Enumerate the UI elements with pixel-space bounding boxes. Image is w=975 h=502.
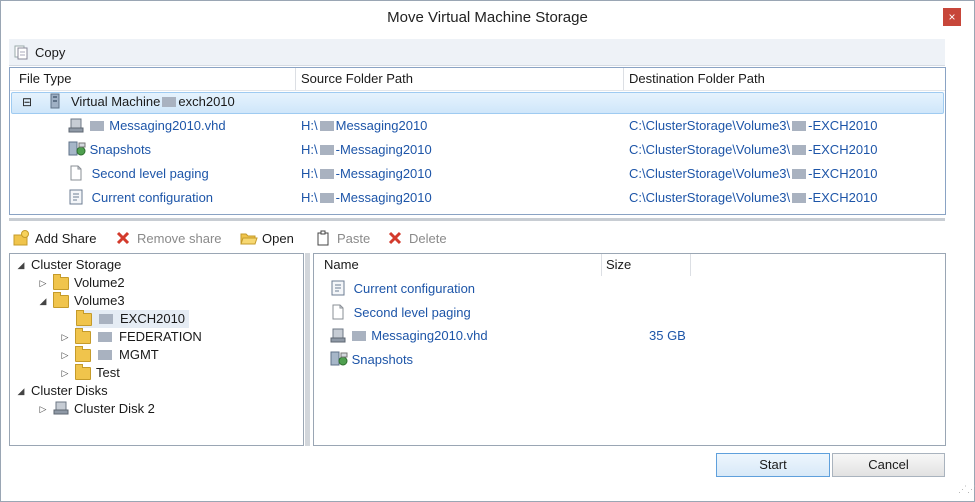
list-item[interactable]: Current configuration bbox=[330, 279, 475, 299]
expanded-arrow-icon[interactable]: ◢ bbox=[16, 382, 26, 400]
row-source: H:\ Messaging2010 bbox=[301, 118, 428, 133]
col-separator bbox=[690, 254, 691, 276]
resize-grip-icon[interactable]: ⋰⋰ bbox=[958, 485, 975, 497]
start-button[interactable]: Start bbox=[716, 453, 830, 477]
row-destination: C:\ClusterStorage\Volume3\ -EXCH2010 bbox=[629, 190, 878, 205]
tree-node-cluster-storage[interactable]: ◢ Cluster Storage bbox=[16, 256, 122, 274]
row-source: H:\ -Messaging2010 bbox=[301, 166, 432, 181]
list-item-size: 35 GB bbox=[649, 328, 686, 343]
tree-node-federation[interactable]: ▷ FEDERATION bbox=[60, 327, 202, 346]
snapshots-icon bbox=[330, 351, 348, 367]
row-name: Messaging2010.vhd bbox=[109, 118, 226, 133]
vm-icon bbox=[50, 92, 60, 112]
collapsed-arrow-icon[interactable]: ▷ bbox=[60, 346, 70, 364]
table-row[interactable]: Messaging2010.vhd bbox=[68, 116, 226, 136]
document-icon bbox=[68, 165, 84, 181]
folder-icon bbox=[75, 363, 91, 380]
list-header-size[interactable]: Size bbox=[606, 254, 631, 276]
folder-icon bbox=[75, 327, 91, 344]
add-share-label: Add Share bbox=[35, 230, 97, 246]
file-grid: File Type Source Folder Path Destination… bbox=[9, 67, 946, 215]
vm-name: Virtual Machine exch2010 bbox=[71, 94, 235, 109]
cancel-button[interactable]: Cancel bbox=[832, 453, 945, 477]
table-row[interactable]: Snapshots bbox=[68, 140, 151, 160]
row-destination: C:\ClusterStorage\Volume3\ -EXCH2010 bbox=[629, 142, 878, 157]
title-bar: Move Virtual Machine Storage × bbox=[1, 1, 974, 35]
list-item[interactable]: Messaging2010.vhd bbox=[330, 326, 488, 346]
list-header-name[interactable]: Name bbox=[324, 254, 359, 276]
folder-contents-list: Name Size Current configuration Second l… bbox=[313, 253, 946, 446]
tree-node-volume2[interactable]: ▷ Volume2 bbox=[38, 273, 125, 292]
delete-x-icon bbox=[387, 230, 403, 246]
list-item[interactable]: Second level paging bbox=[330, 303, 471, 323]
tree-node-volume3[interactable]: ◢ Volume3 bbox=[38, 291, 125, 310]
tree-node-cluster-disk2[interactable]: ▷ Cluster Disk 2 bbox=[38, 400, 155, 418]
col-header-destination[interactable]: Destination Folder Path bbox=[629, 68, 765, 90]
expanded-arrow-icon[interactable]: ◢ bbox=[16, 256, 26, 274]
folder-icon bbox=[53, 273, 69, 290]
move-storage-window: Move Virtual Machine Storage × Copy File… bbox=[0, 0, 975, 502]
paste-icon bbox=[315, 230, 331, 246]
top-toolbar: Copy bbox=[9, 39, 945, 66]
table-row[interactable]: Second level paging bbox=[68, 164, 209, 184]
config-icon bbox=[68, 189, 84, 205]
remove-share-label: Remove share bbox=[137, 230, 222, 246]
paste-label: Paste bbox=[337, 230, 371, 246]
window-title: Move Virtual Machine Storage bbox=[387, 9, 588, 26]
folder-icon bbox=[53, 291, 69, 308]
col-separator bbox=[295, 68, 296, 90]
collapsed-arrow-icon[interactable]: ▷ bbox=[60, 364, 70, 382]
storage-tree: ◢ Cluster Storage ▷ Volume2 ◢ Volume3 EX… bbox=[9, 253, 304, 446]
remove-x-icon bbox=[115, 230, 131, 246]
snapshots-icon bbox=[68, 141, 86, 157]
share-toolbar: Add Share Remove share Open Paste Delete bbox=[9, 225, 945, 251]
row-name: Second level paging bbox=[91, 166, 209, 181]
collapse-toggle[interactable]: ⊟ bbox=[22, 92, 32, 112]
table-row[interactable]: Current configuration bbox=[68, 188, 213, 208]
config-icon bbox=[330, 280, 346, 296]
row-name: Current configuration bbox=[91, 190, 214, 205]
expanded-arrow-icon[interactable]: ◢ bbox=[38, 292, 48, 310]
tree-node-test[interactable]: ▷ Test bbox=[60, 363, 120, 382]
add-share-icon bbox=[13, 230, 29, 246]
row-source: H:\ -Messaging2010 bbox=[301, 142, 432, 157]
close-button[interactable]: × bbox=[943, 8, 961, 26]
folder-icon bbox=[76, 309, 92, 326]
row-name: Snapshots bbox=[89, 142, 152, 157]
row-destination: C:\ClusterStorage\Volume3\ -EXCH2010 bbox=[629, 166, 878, 181]
tree-node-exch2010[interactable]: EXCH2010 bbox=[76, 309, 190, 328]
row-destination: C:\ClusterStorage\Volume3\ -EXCH2010 bbox=[629, 118, 878, 133]
vhd-disk-icon bbox=[68, 118, 84, 133]
vhd-disk-icon bbox=[330, 328, 346, 343]
copy-icon bbox=[13, 44, 29, 60]
vertical-splitter[interactable] bbox=[305, 253, 310, 446]
col-separator bbox=[623, 68, 624, 90]
tree-node-mgmt[interactable]: ▷ MGMT bbox=[60, 345, 159, 364]
open-folder-icon bbox=[240, 230, 258, 246]
paste-button[interactable]: Paste bbox=[315, 229, 370, 247]
collapsed-arrow-icon[interactable]: ▷ bbox=[60, 328, 70, 346]
vm-row[interactable]: ⊟ Virtual Machine exch2010 bbox=[11, 92, 944, 114]
list-item[interactable]: Snapshots bbox=[330, 350, 413, 370]
col-separator bbox=[601, 254, 602, 276]
delete-button[interactable]: Delete bbox=[387, 229, 447, 247]
open-label: Open bbox=[262, 230, 294, 246]
folder-icon bbox=[75, 345, 91, 362]
copy-label: Copy bbox=[35, 44, 66, 60]
copy-button[interactable]: Copy bbox=[13, 43, 65, 61]
add-share-button[interactable]: Add Share bbox=[13, 229, 96, 247]
horizontal-splitter[interactable] bbox=[9, 218, 945, 221]
disk-icon bbox=[53, 400, 69, 418]
open-button[interactable]: Open bbox=[240, 229, 294, 247]
header-divider bbox=[10, 90, 945, 91]
tree-node-cluster-disks[interactable]: ◢ Cluster Disks bbox=[16, 382, 108, 400]
document-icon bbox=[330, 304, 346, 320]
remove-share-button[interactable]: Remove share bbox=[115, 229, 222, 247]
col-header-file-type[interactable]: File Type bbox=[19, 68, 72, 90]
collapsed-arrow-icon[interactable]: ▷ bbox=[38, 274, 48, 292]
delete-label: Delete bbox=[409, 230, 447, 246]
col-header-source[interactable]: Source Folder Path bbox=[301, 68, 413, 90]
collapsed-arrow-icon[interactable]: ▷ bbox=[38, 400, 48, 418]
row-source: H:\ -Messaging2010 bbox=[301, 190, 432, 205]
